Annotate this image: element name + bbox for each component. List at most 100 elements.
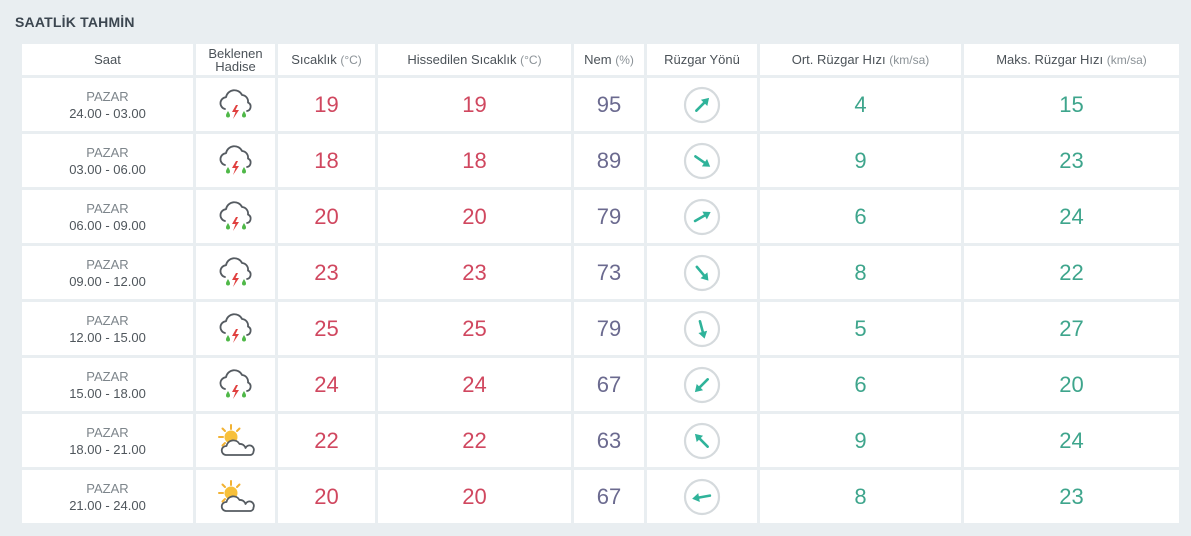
table-row: PAZAR 21.00 - 24.00 20 20 67 8 23 [22,470,1179,523]
hourly-forecast-table: Saat Beklenen Hadise Sıcaklık (°C) Hissed… [19,41,1182,526]
table-row: PAZAR 24.00 - 03.00 19 19 95 4 15 [22,78,1179,131]
humidity-value: 79 [574,302,644,355]
hadise-cell [196,246,275,299]
hadise-cell [196,78,275,131]
avg-wind-speed-value: 8 [760,470,961,523]
humidity-value: 79 [574,190,644,243]
wind-direction-arrow-icon [683,254,721,292]
table-header-row: Saat Beklenen Hadise Sıcaklık (°C) Hissed… [22,44,1179,75]
time-range: 15.00 - 18.00 [69,385,146,401]
table-row: PAZAR 15.00 - 18.00 24 24 67 6 20 [22,358,1179,411]
max-wind-speed-value: 24 [964,190,1179,243]
thunderstorm-rain-icon [214,143,258,179]
header-sicaklik: Sıcaklık (°C) [278,44,375,75]
wind-direction-arrow-icon [683,366,721,404]
hourly-forecast-panel: SAATLİK TAHMİN Saat Beklenen Hadise Sıcak… [4,4,1187,532]
max-wind-speed-value: 22 [964,246,1179,299]
thunderstorm-rain-icon [214,199,258,235]
hadise-cell [196,414,275,467]
time-cell: PAZAR 24.00 - 03.00 [22,78,193,131]
avg-wind-speed-value: 6 [760,358,961,411]
day-label: PAZAR [86,200,129,216]
time-range: 24.00 - 03.00 [69,105,146,121]
feels-like-value: 20 [378,470,571,523]
header-hissedilen: Hissedilen Sıcaklık (°C) [378,44,571,75]
thunderstorm-rain-icon [214,367,258,403]
feels-like-value: 18 [378,134,571,187]
header-hadise: Beklenen Hadise [196,44,275,75]
wind-direction-cell [647,414,757,467]
time-range: 21.00 - 24.00 [69,497,146,513]
avg-wind-speed-value: 9 [760,134,961,187]
wind-direction-arrow-icon [683,142,721,180]
temperature-value: 22 [278,414,375,467]
temperature-value: 18 [278,134,375,187]
max-wind-speed-value: 24 [964,414,1179,467]
time-cell: PAZAR 06.00 - 09.00 [22,190,193,243]
time-range: 12.00 - 15.00 [69,329,146,345]
temperature-value: 19 [278,78,375,131]
wind-direction-arrow-icon [683,310,721,348]
avg-wind-speed-value: 6 [760,190,961,243]
time-range: 09.00 - 12.00 [69,273,146,289]
temperature-value: 20 [278,190,375,243]
time-range: 06.00 - 09.00 [69,217,146,233]
hadise-cell [196,134,275,187]
feels-like-value: 25 [378,302,571,355]
humidity-value: 63 [574,414,644,467]
time-cell: PAZAR 18.00 - 21.00 [22,414,193,467]
max-wind-speed-value: 20 [964,358,1179,411]
thunderstorm-rain-icon [214,311,258,347]
wind-direction-cell [647,78,757,131]
feels-like-value: 19 [378,78,571,131]
table-row: PAZAR 09.00 - 12.00 23 23 73 8 22 [22,246,1179,299]
header-nem: Nem (%) [574,44,644,75]
section-title: SAATLİK TAHMİN [15,14,135,30]
header-saat: Saat [22,44,193,75]
time-cell: PAZAR 15.00 - 18.00 [22,358,193,411]
humidity-value: 67 [574,470,644,523]
max-wind-speed-value: 27 [964,302,1179,355]
partly-cloudy-icon [214,479,258,515]
day-label: PAZAR [86,368,129,384]
humidity-value: 89 [574,134,644,187]
hadise-cell [196,302,275,355]
temperature-value: 20 [278,470,375,523]
header-ruzgar-yonu: Rüzgar Yönü [647,44,757,75]
time-range: 18.00 - 21.00 [69,441,146,457]
time-cell: PAZAR 09.00 - 12.00 [22,246,193,299]
wind-direction-arrow-icon [683,86,721,124]
time-cell: PAZAR 03.00 - 06.00 [22,134,193,187]
temperature-value: 25 [278,302,375,355]
time-cell: PAZAR 21.00 - 24.00 [22,470,193,523]
wind-direction-cell [647,470,757,523]
table-row: PAZAR 03.00 - 06.00 18 18 89 9 23 [22,134,1179,187]
avg-wind-speed-value: 8 [760,246,961,299]
day-label: PAZAR [86,424,129,440]
humidity-value: 67 [574,358,644,411]
partly-cloudy-icon [214,423,258,459]
temperature-value: 23 [278,246,375,299]
hadise-cell [196,190,275,243]
avg-wind-speed-value: 9 [760,414,961,467]
day-label: PAZAR [86,88,129,104]
humidity-value: 73 [574,246,644,299]
day-label: PAZAR [86,144,129,160]
day-label: PAZAR [86,256,129,272]
table-row: PAZAR 18.00 - 21.00 22 22 63 9 24 [22,414,1179,467]
max-wind-speed-value: 23 [964,470,1179,523]
table-body: PAZAR 24.00 - 03.00 19 19 95 4 15 PAZAR … [22,78,1179,523]
day-label: PAZAR [86,480,129,496]
day-label: PAZAR [86,312,129,328]
wind-direction-cell [647,358,757,411]
humidity-value: 95 [574,78,644,131]
wind-direction-cell [647,190,757,243]
time-cell: PAZAR 12.00 - 15.00 [22,302,193,355]
hadise-cell [196,470,275,523]
header-maks-ruzgar: Maks. Rüzgar Hızı (km/sa) [964,44,1179,75]
wind-direction-cell [647,302,757,355]
avg-wind-speed-value: 4 [760,78,961,131]
feels-like-value: 20 [378,190,571,243]
hadise-cell [196,358,275,411]
wind-direction-arrow-icon [683,422,721,460]
